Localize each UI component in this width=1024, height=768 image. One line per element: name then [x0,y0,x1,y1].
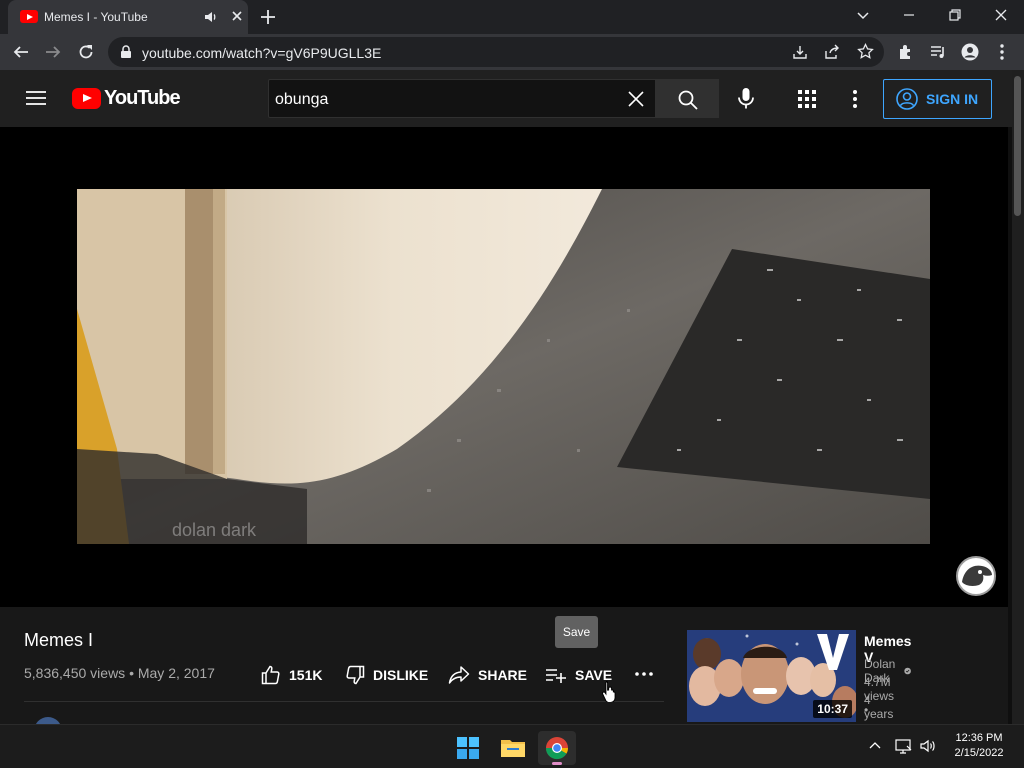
system-clock[interactable]: 12:36 PM 2/15/2022 [944,731,1014,761]
thumbs-up-icon [261,665,280,685]
active-app-indicator [552,762,562,765]
voice-search-icon[interactable] [736,87,756,111]
search-button[interactable] [655,79,719,118]
share-label[interactable]: SHARE [478,667,527,683]
search-input[interactable]: obunga [268,79,656,118]
volume-icon[interactable] [919,737,937,755]
more-actions-icon[interactable] [634,669,654,679]
new-tab-button[interactable] [258,7,278,27]
start-button[interactable] [449,731,487,765]
like-count[interactable]: 151K [289,667,322,683]
minimize-icon[interactable] [900,6,918,24]
youtube-play-logo-icon [72,88,101,109]
extensions-icon[interactable] [897,43,915,61]
close-window-icon[interactable] [992,6,1010,24]
like-button[interactable]: 151K [261,665,322,685]
share-button[interactable]: SHARE [448,665,527,685]
sign-in-label[interactable]: SIGN IN [926,91,978,107]
share-icon [448,666,470,684]
browser-tab-strip: Memes I - YouTube [0,0,1024,34]
account-icon [896,88,918,110]
back-icon[interactable] [12,43,30,61]
clock-date[interactable]: 2/15/2022 [944,746,1014,761]
clock-time[interactable]: 12:36 PM [944,731,1014,746]
video-frame[interactable]: dolan dark [77,189,930,544]
close-tab-icon[interactable] [230,9,244,23]
install-icon[interactable] [792,44,808,60]
restore-icon[interactable] [946,6,964,24]
thumbs-down-icon [346,665,365,685]
video-player[interactable]: dolan dark [0,127,1008,607]
media-control-icon[interactable] [929,43,947,61]
channel-watermark-icon[interactable] [956,556,996,596]
browser-toolbar: youtube.com/watch?v=gV6P9UGLL3E [0,34,1024,70]
folder-icon [501,740,525,757]
settings-more-icon[interactable] [852,89,858,109]
video-info-section: Memes I 5,836,450 views • May 2, 2017 Sa… [0,607,1008,731]
hamburger-menu-icon[interactable] [26,90,46,106]
youtube-logo[interactable]: YouTube [72,87,181,110]
chrome-icon [545,737,568,760]
save-tooltip: Save [555,616,598,648]
sign-in-button[interactable]: SIGN IN [883,79,992,119]
search-query[interactable]: obunga [275,91,328,109]
tab-audio-icon[interactable] [204,10,218,24]
video-still-image [77,189,930,544]
logo-text: YouTube [104,87,181,109]
recommended-video-thumbnail[interactable]: 10:37 [687,630,856,722]
section-divider [24,701,664,702]
profile-icon[interactable] [961,43,979,61]
share-page-icon[interactable] [824,44,840,60]
browser-tab[interactable]: Memes I - YouTube [8,0,248,34]
tab-title: Memes I - YouTube [44,10,148,24]
youtube-favicon-icon [20,10,38,23]
video-title: Memes I [24,630,94,650]
reload-icon[interactable] [77,43,95,61]
windows-taskbar: 12:36 PM 2/15/2022 [0,724,1024,768]
show-hidden-icons-icon[interactable] [868,739,882,753]
dislike-button[interactable]: DISLIKE [345,665,428,685]
chrome-taskbar-button[interactable] [538,731,576,765]
forward-icon[interactable] [44,43,62,61]
video-watermark-text: dolan dark [172,520,257,540]
page-scrollbar[interactable] [1012,70,1024,724]
windows-logo-icon [457,737,479,759]
url-text[interactable]: youtube.com/watch?v=gV6P9UGLL3E [142,45,381,61]
apps-grid-icon[interactable] [798,90,816,108]
bookmark-star-icon[interactable] [857,43,874,60]
video-duration-badge: 10:37 [813,700,852,718]
browser-menu-icon[interactable] [994,43,1010,61]
address-bar[interactable]: youtube.com/watch?v=gV6P9UGLL3E [108,37,884,67]
file-explorer-button[interactable] [494,731,532,765]
search-icon [678,90,698,110]
clear-search-icon[interactable] [627,90,645,108]
dislike-label[interactable]: DISLIKE [373,667,428,683]
playlist-add-icon [546,669,566,683]
youtube-masthead: YouTube obunga SIGN IN [0,70,1024,127]
video-views-date: 5,836,450 views • May 2, 2017 [24,665,215,681]
network-icon[interactable] [895,737,913,755]
hand-cursor-icon [601,680,619,702]
tab-search-icon[interactable] [854,6,872,24]
verified-badge-icon [904,667,912,675]
scrollbar-thumb[interactable] [1014,76,1021,216]
lock-icon[interactable] [120,45,132,59]
